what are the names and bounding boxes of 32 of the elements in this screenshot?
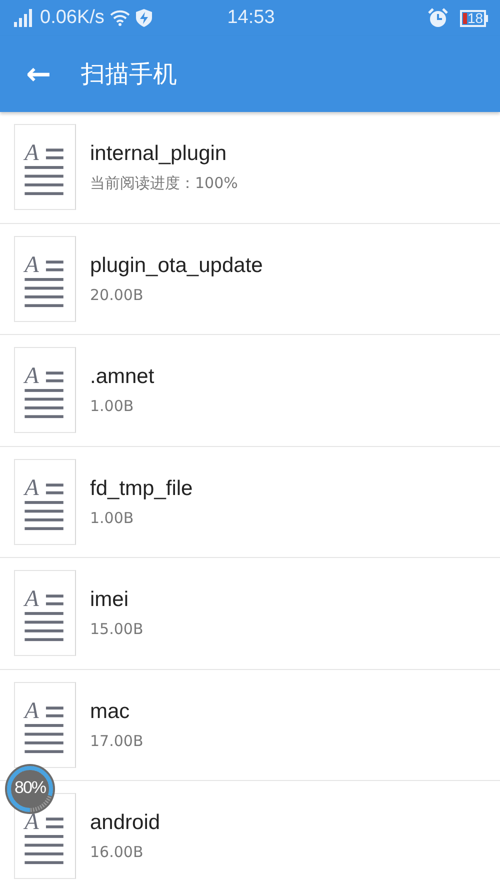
file-detail: 1.00B — [90, 508, 135, 527]
alarm-clock-icon — [428, 8, 448, 28]
file-detail: 16.00B — [90, 843, 144, 862]
battery-icon: 18 — [460, 10, 488, 26]
file-row[interactable]: A fd_tmp_file 1.00B — [0, 446, 500, 558]
file-name: imei — [90, 588, 130, 612]
network-speed: 0.06K/s — [40, 7, 104, 29]
clock-time: 14:53 — [227, 7, 275, 29]
screen-title: 扫描手机 — [81, 59, 178, 90]
file-detail: 1.00B — [90, 397, 135, 416]
shield-icon — [136, 9, 152, 27]
text-file-icon: A — [14, 682, 76, 768]
signal-icon — [14, 9, 34, 27]
file-name: internal_plugin — [90, 142, 228, 166]
file-detail: 17.00B — [90, 732, 144, 750]
file-name: android — [90, 811, 160, 836]
text-file-icon: A — [14, 347, 76, 434]
file-name: mac — [90, 700, 131, 724]
file-row[interactable]: A plugin_ota_update 20.00B — [0, 224, 500, 335]
file-row[interactable]: A mac 17.00B — [0, 670, 500, 781]
wifi-icon — [110, 10, 130, 26]
file-detail: 20.00B — [90, 286, 144, 304]
file-detail: 15.00B — [90, 620, 144, 638]
file-name: plugin_ota_update — [90, 254, 263, 278]
text-file-icon: A — [14, 124, 76, 210]
file-name: fd_tmp_file — [90, 476, 193, 501]
text-file-icon: A — [14, 236, 76, 322]
file-name: .amnet — [90, 365, 154, 390]
text-file-icon: A — [14, 458, 76, 545]
file-detail: 当前阅读进度：100% — [90, 174, 238, 193]
text-file-icon: A — [14, 570, 76, 656]
memory-meter[interactable]: 80% — [5, 764, 55, 814]
